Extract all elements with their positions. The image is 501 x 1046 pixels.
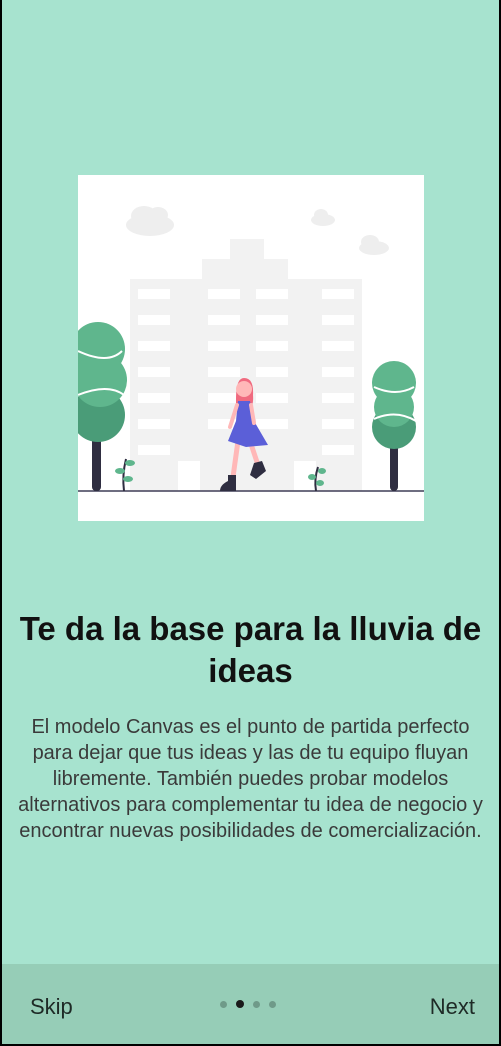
- page-dot-1[interactable]: [220, 1000, 227, 1008]
- page-indicator: [220, 1000, 276, 1008]
- onboarding-screen: Te da la base para la lluvia de ideas El…: [2, 0, 499, 1044]
- tree-icon: [372, 361, 417, 491]
- onboarding-illustration: [78, 175, 424, 521]
- next-button[interactable]: Next: [424, 992, 481, 1022]
- onboarding-navigation-bar: Skip Next: [2, 964, 499, 1044]
- onboarding-description: El modelo Canvas es el punto de partida …: [18, 716, 483, 842]
- tree-icon: [78, 322, 127, 491]
- skip-button[interactable]: Skip: [24, 992, 79, 1022]
- page-dot-2-active[interactable]: [236, 1000, 244, 1008]
- page-dot-3[interactable]: [253, 1000, 260, 1008]
- page-dot-4[interactable]: [269, 1000, 276, 1008]
- building-illustration: [130, 239, 362, 491]
- onboarding-title: Te da la base para la lluvia de ideas: [19, 610, 482, 689]
